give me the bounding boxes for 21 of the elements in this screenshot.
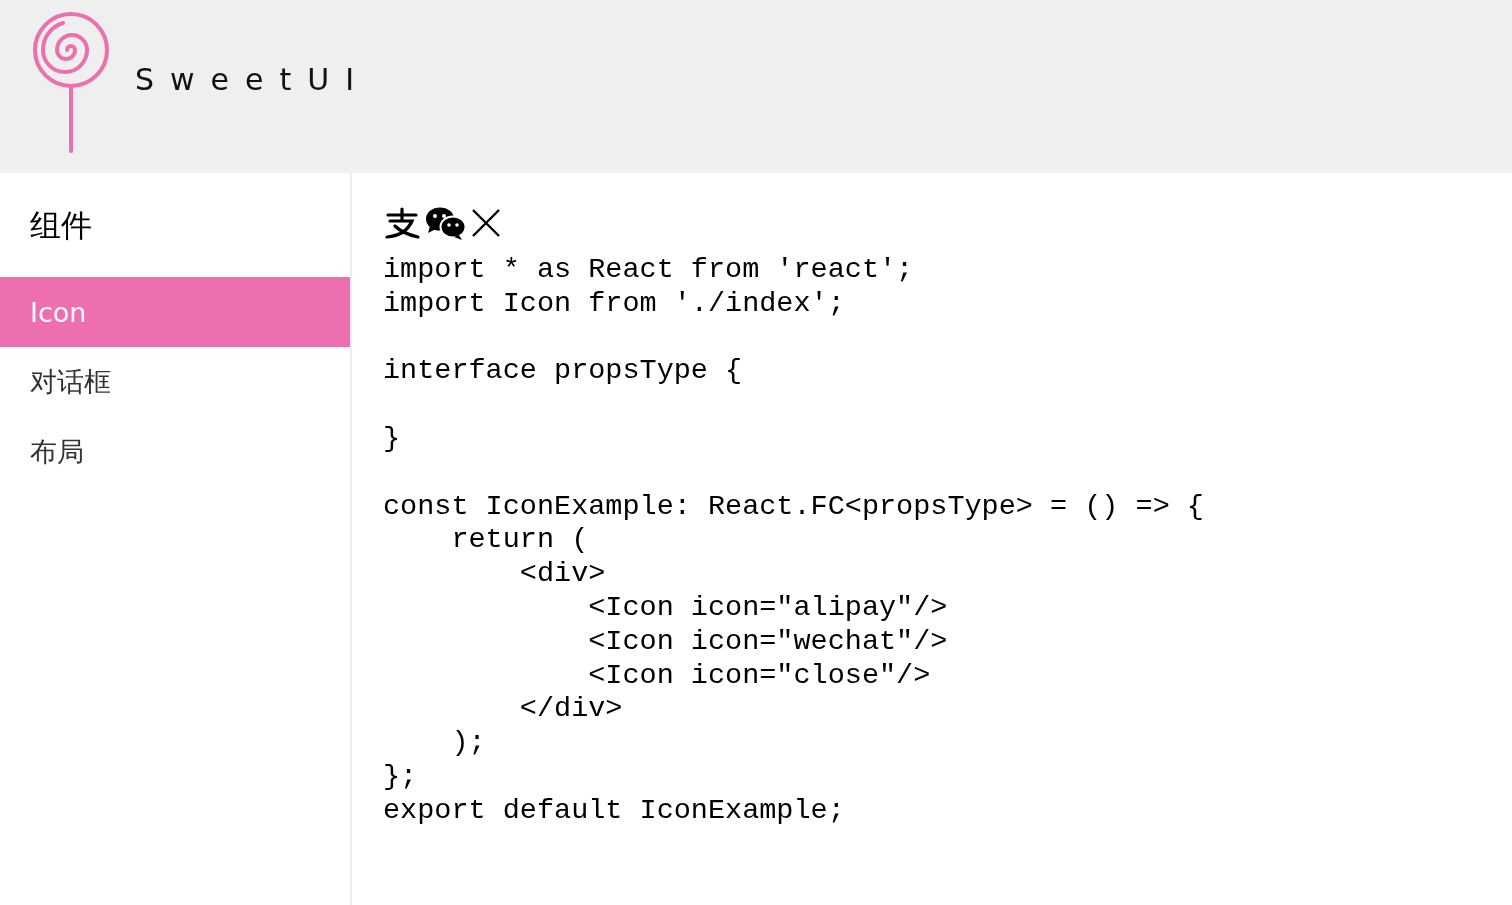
code-line: } (383, 422, 401, 455)
sidebar-item[interactable]: 对话框 (0, 347, 350, 417)
code-line: interface propsType { (383, 354, 743, 388)
logo-text: SweetUI (135, 62, 371, 97)
code-line: import * as React from 'react'; (383, 253, 914, 286)
code-line: </div> (518, 692, 623, 726)
code-line: <Icon icon="wechat"/> (587, 624, 948, 658)
code-line: export default IconExample; (383, 793, 845, 827)
code-line: ); (450, 726, 486, 760)
code-line: import Icon from './index'; (383, 286, 845, 320)
code-line: <div> (518, 557, 606, 591)
code-line: return ( (450, 523, 589, 557)
code-line: <Icon icon="alipay"/> (587, 590, 948, 624)
close-icon (471, 208, 501, 238)
sidebar-item[interactable]: 布局 (0, 417, 350, 487)
sidebar-title: 组件 (29, 206, 93, 245)
code-line: }; (383, 759, 418, 793)
code-line: <Icon icon="close"/> (587, 658, 931, 692)
code-line: const IconExample: React.FC<propsType> = () => { (383, 489, 1204, 523)
alipay-icon (383, 206, 421, 240)
wechat-icon (425, 206, 467, 240)
